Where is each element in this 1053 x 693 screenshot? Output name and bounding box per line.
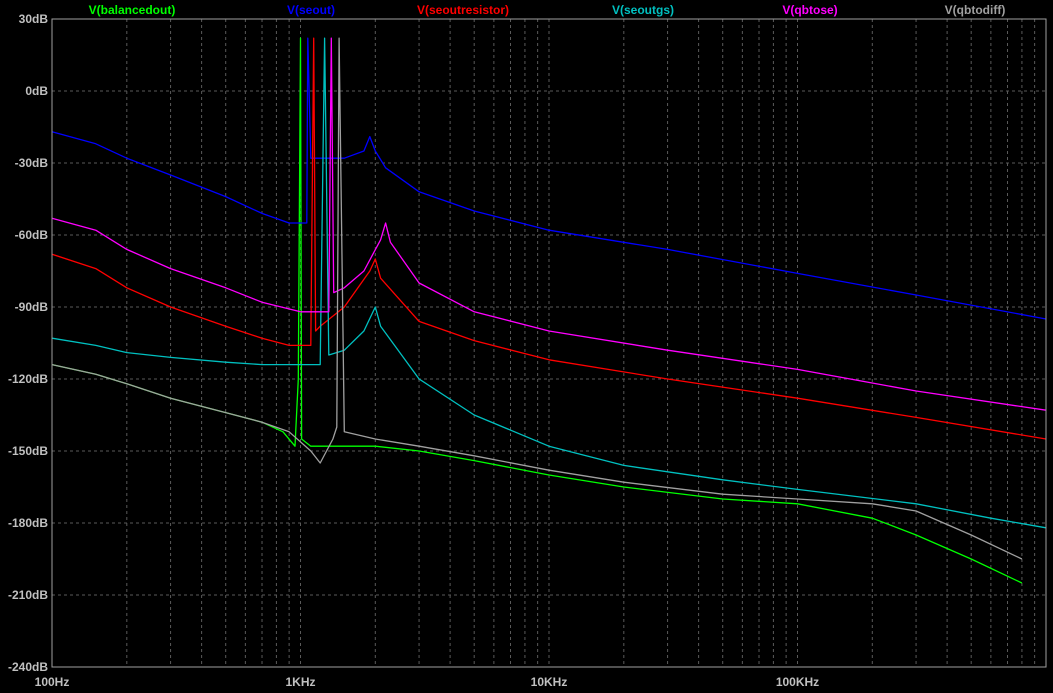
legend-entry: V(qbtose) bbox=[782, 3, 837, 17]
x-tick-label: 100KHz bbox=[776, 675, 819, 689]
bode-plot: 30dB 0dB -30dB -60dB -90dB -120dB -150dB -180dB… bbox=[0, 0, 1053, 693]
x-tick-label: 100Hz bbox=[35, 675, 70, 689]
y-tick-label: -210dB bbox=[8, 588, 48, 602]
legend-entry: V(seout) bbox=[287, 3, 335, 17]
y-tick-label: 0dB bbox=[25, 84, 48, 98]
y-tick-label: -90dB bbox=[15, 300, 49, 314]
y-tick-label: -180dB bbox=[8, 516, 48, 530]
y-tick-label: 30dB bbox=[19, 12, 49, 26]
legend-entry: V(seoutresistor) bbox=[417, 3, 509, 17]
legend-entry: V(qbtodiff) bbox=[945, 3, 1006, 17]
x-tick-label: 10KHz bbox=[531, 675, 568, 689]
legend-entry: V(balancedout) bbox=[89, 3, 176, 17]
y-tick-label: -120dB bbox=[8, 372, 48, 386]
y-tick-label: -150dB bbox=[8, 444, 48, 458]
y-tick-label: -60dB bbox=[15, 228, 49, 242]
plot-background bbox=[0, 0, 1053, 693]
y-tick-label: -240dB bbox=[8, 660, 48, 674]
y-tick-label: -30dB bbox=[15, 156, 49, 170]
legend-entry: V(seoutgs) bbox=[612, 3, 674, 17]
x-tick-label: 1KHz bbox=[285, 675, 315, 689]
